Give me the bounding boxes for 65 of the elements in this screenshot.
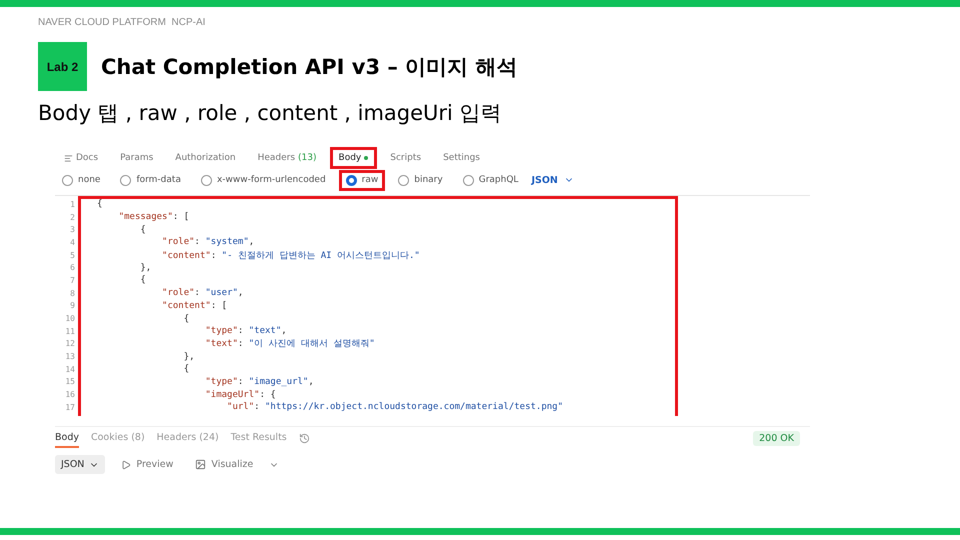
line-number: 17 [64,402,75,412]
line-number: 11 [64,326,75,336]
format-dropdown[interactable]: JSON [531,174,574,186]
line-number: 12 [64,339,75,348]
body-type-radio[interactable]: raw [342,172,382,188]
body-type-radio[interactable]: GraphQL [458,172,522,188]
request-tab[interactable]: Body [332,150,374,166]
line-number: 16 [64,390,75,400]
history-icon[interactable] [298,432,310,444]
slide-title: Chat Completion API v3 – 이미지 해석 [101,54,518,80]
header-caption: NAVER CLOUD PLATFORM NCP-AI [38,17,206,28]
code-line: "type": "text", [204,326,287,336]
request-tab[interactable]: Params [114,150,160,166]
code-line: }, [182,352,195,362]
request-tab[interactable]: Scripts [384,150,428,166]
code-editor[interactable] [55,195,810,416]
request-tab[interactable]: Authorization [169,150,242,166]
code-line: "type": "image_url", [204,376,314,387]
play-icon [121,460,132,470]
response-tab[interactable]: Cookies (8) [90,428,145,448]
body-type-radio[interactable]: binary [394,172,447,188]
line-number: 15 [64,377,75,386]
line-number: 9 [69,301,75,310]
code-line: "text": "이 사진에 대해서 설명해줘" [204,338,375,350]
code-line: "messages": [ [118,212,190,222]
response-tab[interactable]: Body [55,428,79,448]
body-type-radio[interactable]: x-www-form-urlencoded [196,172,330,188]
view-button[interactable]: JSON [55,455,106,474]
code-line: "content": "- 친절하게 답변하는 AI 어시스턴트입니다." [161,250,420,262]
status-badge: 200 OK [753,430,800,446]
image-icon [195,459,206,470]
line-number: 13 [64,352,75,362]
code-line: "url": "https://kr.object.ncloudstorage.com/material/test.png" [226,402,563,412]
response-tab[interactable]: Headers (24) [156,428,219,448]
code-line: { [182,364,190,374]
line-number: 7 [69,276,75,285]
code-line: { [139,275,146,286]
line-number: 1 [69,200,75,209]
response-tab[interactable]: Test Results [230,428,287,448]
code-line: "role": "system", [161,237,254,248]
code-line: }, [139,262,152,273]
request-tab[interactable]: Docs [58,150,104,166]
line-number: 4 [69,238,75,247]
code-line: { [139,224,146,235]
line-number: 10 [64,314,75,324]
line-number: 6 [69,263,75,272]
code-line: { [97,199,102,210]
slide-subtitle: Body 탭 , raw , role , content , imageUri 입력 [38,100,503,127]
request-tab[interactable]: Settings [437,150,486,166]
code-line: "content": [ [161,300,228,311]
lab-badge: Lab 2 [38,42,87,91]
request-tab[interactable]: Headers (13) [252,150,323,166]
body-type-radio[interactable]: form-data [116,172,185,188]
code-line: "role": "user", [161,288,244,298]
view-button[interactable]: Preview [115,455,180,474]
view-button[interactable]: Visualize [189,455,260,474]
body-type-radio[interactable]: none [58,172,104,188]
docs-icon [64,154,73,162]
code-line: "imageUrl": { [204,390,276,400]
line-number: 8 [69,288,75,298]
line-number: 5 [69,250,75,260]
code-line: { [182,314,190,324]
line-number: 14 [64,364,75,374]
line-number: 2 [69,212,75,222]
line-number: 3 [69,225,75,234]
